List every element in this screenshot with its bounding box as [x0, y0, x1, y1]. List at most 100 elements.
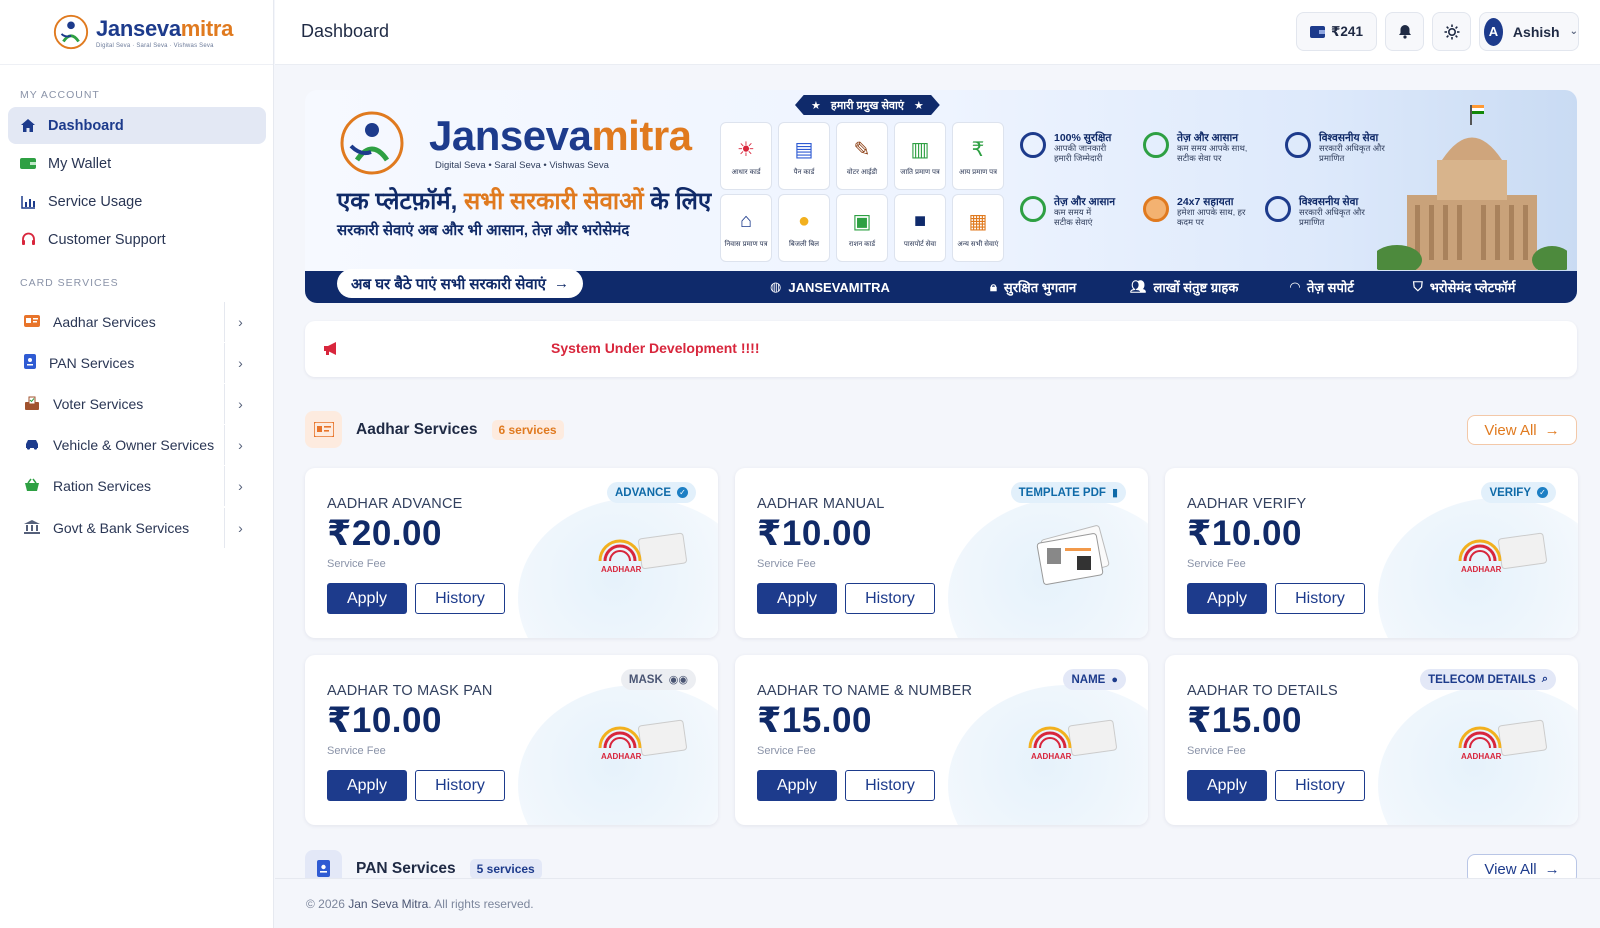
sidebar-item-govt-bank-services[interactable]: Govt & Bank Services › [8, 508, 266, 548]
service-card-aadhar-verify: AADHAR VERIFY ₹10.00 Service Fee VERIFY ✓… [1165, 468, 1578, 638]
tile-label: वोटर आईडी [846, 169, 878, 176]
tile-label: जाति प्रमाण पत्र [900, 169, 940, 176]
sidebar: Jansevamitra Digital Seva · Saral Seva ·… [0, 0, 274, 928]
sidebar-item-aadhar-services[interactable]: Aadhar Services › [8, 302, 266, 342]
money-bag-icon: ₹ [971, 138, 985, 161]
arrow-right-icon: → [553, 275, 569, 292]
banner-tile-aadhar[interactable]: ☀ आधार कार्ड [720, 122, 772, 190]
apply-button[interactable]: Apply [327, 583, 407, 614]
history-button[interactable]: History [415, 770, 505, 801]
sidebar-item-label: Customer Support [48, 231, 166, 248]
svg-text:AADHAAR: AADHAAR [1031, 752, 1072, 761]
sidebar-item-pan-services[interactable]: PAN Services › [8, 343, 266, 383]
sidebar-item-label: My Wallet [48, 155, 112, 172]
grid-icon: ▦ [968, 210, 988, 233]
tile-label: अन्य सभी सेवाएं [957, 241, 999, 248]
history-button[interactable]: History [845, 583, 935, 614]
service-card-aadhar-advance: AADHAR ADVANCE ₹20.00 Service Fee ADVANC… [305, 468, 718, 638]
aadhar-view-all-button[interactable]: View All → [1467, 415, 1577, 445]
tile-label: आय प्रमाण पत्र [959, 169, 997, 176]
pan-card-icon [24, 354, 36, 372]
chevron-down-icon: ⌄ [1569, 26, 1578, 37]
history-button[interactable]: History [845, 770, 935, 801]
view-all-label: View All [1484, 860, 1537, 878]
apply-button[interactable]: Apply [1187, 583, 1267, 614]
promo-banner[interactable]: Jansevamitra Digital Seva • Saral Seva •… [305, 90, 1577, 303]
aadhaar-logo-icon: AADHAAR [598, 719, 687, 761]
service-card-aadhar-to-name-number: AADHAR TO NAME & NUMBER ₹15.00 Service F… [735, 655, 1148, 825]
user-icon: ● [1111, 673, 1118, 686]
pill-label: हमारी प्रमुख सेवाएं [830, 99, 904, 112]
brand-logo[interactable]: Jansevamitra Digital Seva · Saral Seva ·… [0, 0, 273, 65]
banner-tile-ration[interactable]: ▣ राशन कार्ड [836, 194, 888, 262]
banner-tagline: Digital Seva • Saral Seva • Vishwas Seva [435, 160, 609, 171]
banner-tile-income[interactable]: ₹ आय प्रमाण पत्र [952, 122, 1004, 190]
chevron-right-icon[interactable]: › [224, 466, 256, 506]
top-header: Dashboard ₹241 A Ashish ⌄ [275, 0, 1600, 65]
banner-cta-button-overlay[interactable]: अब घर बैठे पाएं सभी सरकारी सेवाएं → [337, 269, 583, 298]
lock-icon: 🔒︎ [990, 279, 997, 294]
copyright-text: © 2026 Jan Seva Mitra. All rights reserv… [306, 897, 534, 911]
section-title: Aadhar Services [356, 420, 478, 438]
sidebar-item-voter-services[interactable]: Voter Services › [8, 384, 266, 424]
banner-feature: विश्वसनीय सेवा सरकारी अधिकृत और प्रमाणित [1285, 132, 1391, 164]
chevron-right-icon[interactable]: › [224, 302, 256, 342]
card-fee-label: Service Fee [757, 745, 816, 757]
banner-tile-voter[interactable]: ✎ वोटर आईडी [836, 122, 888, 190]
chevron-right-icon[interactable]: › [224, 425, 256, 465]
aadhar-section-header: Aadhar Services 6 services [305, 411, 564, 448]
history-button[interactable]: History [1275, 770, 1365, 801]
sidebar-item-service-usage[interactable]: Service Usage [8, 183, 266, 220]
service-card-aadhar-to-details: AADHAR TO DETAILS ₹15.00 Service Fee TEL… [1165, 655, 1578, 825]
banner-tile-caste[interactable]: ▥ जाति प्रमाण पत्र [894, 122, 946, 190]
history-button[interactable]: History [415, 583, 505, 614]
clock-icon [1143, 132, 1169, 158]
wallet-balance-button[interactable]: ₹241 [1296, 12, 1377, 51]
apply-button[interactable]: Apply [1187, 770, 1267, 801]
wallet-icon [20, 156, 36, 172]
theme-toggle-button[interactable] [1432, 12, 1471, 51]
brand-tagline: Digital Seva · Saral Seva · Vishwas Seva [96, 42, 214, 49]
services-count-badge: 5 services [469, 858, 542, 879]
wallet-balance: ₹241 [1331, 23, 1363, 39]
clock-icon [1020, 196, 1046, 222]
notifications-button[interactable] [1385, 12, 1424, 51]
banner-tile-pan[interactable]: ▤ पैन कार्ड [778, 122, 830, 190]
card-price: ₹20.00 [327, 514, 442, 553]
chevron-right-icon[interactable]: › [224, 508, 256, 548]
aadhaar-logo-icon: AADHAAR [1028, 719, 1117, 761]
service-card-aadhar-manual: AADHAR MANUAL ₹10.00 Service Fee TEMPLAT… [735, 468, 1148, 638]
chevron-right-icon[interactable]: › [224, 343, 256, 383]
apply-button[interactable]: Apply [757, 770, 837, 801]
sun-icon [1444, 24, 1459, 39]
id-card-icon [305, 411, 342, 448]
card-fee-label: Service Fee [1187, 558, 1246, 570]
chevron-right-icon[interactable]: › [224, 384, 256, 424]
card-fee-label: Service Fee [757, 558, 816, 570]
apply-button[interactable]: Apply [757, 583, 837, 614]
card-price: ₹10.00 [1187, 514, 1302, 553]
banner-bottom-item: ⛉ भरोसेमंद प्लेटफॉर्म [1413, 279, 1516, 295]
banner-bottom-item: 👥︎ लाखों संतुष्ट ग्राहक [1130, 279, 1239, 295]
apply-button[interactable]: Apply [327, 770, 407, 801]
banner-feature: तेज़ और आसान कम समय आपके साथ, सटीक सेवा प… [1143, 132, 1267, 164]
sidebar-item-vehicle-owner-services[interactable]: Vehicle & Owner Services › [8, 425, 266, 465]
sidebar-item-customer-support[interactable]: Customer Support [8, 221, 266, 258]
tile-label: बिजली बिल [788, 241, 820, 248]
banner-tile-passport[interactable]: ■ पासपोर्ट सेवा [894, 194, 946, 262]
sidebar-item-dashboard[interactable]: Dashboard [8, 107, 266, 144]
banner-tile-others[interactable]: ▦ अन्य सभी सेवाएं [952, 194, 1004, 262]
tile-label: निवास प्रमाण पत्र [724, 241, 768, 248]
banner-tile-residence[interactable]: ⌂ निवास प्रमाण पत्र [720, 194, 772, 262]
banner-tile-electricity[interactable]: ● बिजली बिल [778, 194, 830, 262]
history-button[interactable]: History [1275, 583, 1365, 614]
view-all-label: View All [1484, 421, 1537, 439]
card-badge: ADVANCE ✓ [606, 482, 696, 503]
home-icon [20, 118, 36, 134]
user-menu-button[interactable]: A Ashish ⌄ [1479, 12, 1579, 51]
svg-text:AADHAAR: AADHAAR [1461, 565, 1502, 574]
chart-icon [20, 194, 36, 210]
sidebar-item-my-wallet[interactable]: My Wallet [8, 145, 266, 182]
notice-text: System Under Development !!!! [551, 340, 760, 356]
sidebar-item-ration-services[interactable]: Ration Services › [8, 466, 266, 506]
